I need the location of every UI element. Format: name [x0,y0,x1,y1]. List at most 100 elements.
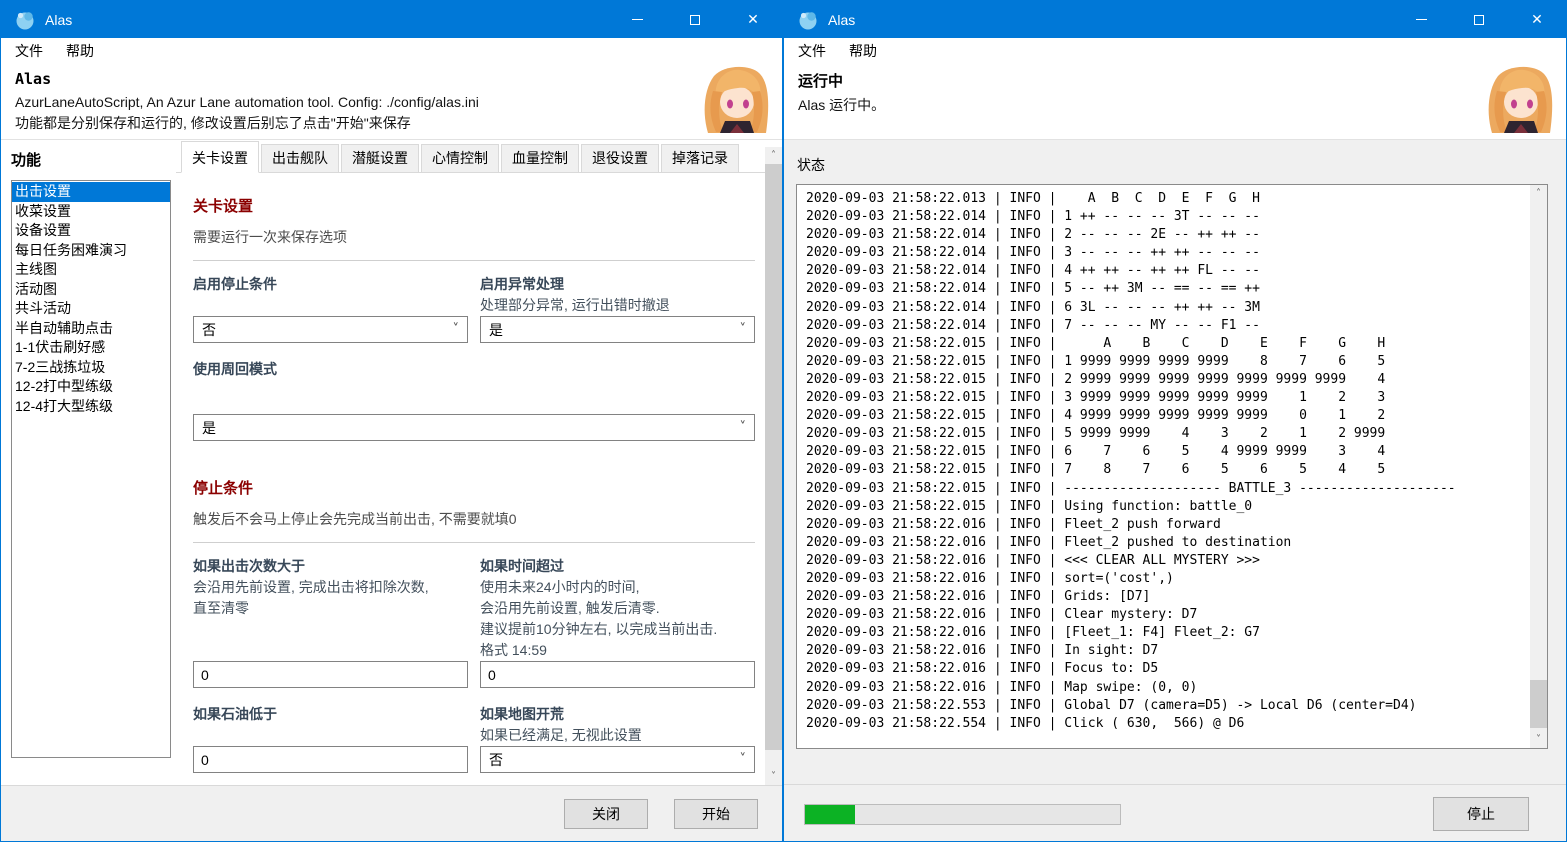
stage-settings-form: 关卡设置 需要运行一次来保存选项 启用停止条件 否 ˅ 启用异常处理 处理部分异… [176,173,765,785]
sidebar-item-event-map[interactable]: 活动图 [12,280,170,300]
field-if-count: 如果出击次数大于 会沿用先前设置, 完成出击将扣除次数, 直至清零 [193,556,468,688]
sidebar-item-harvest-settings[interactable]: 收菜设置 [12,202,170,222]
window-title: Alas [45,11,73,28]
tab-drop-record[interactable]: 掉落记录 [661,144,739,172]
sidebar-item-attack-settings[interactable]: 出击设置 [12,182,170,202]
alas-settings-window: Alas ✕ 文件 帮助 Alas AzurLaneAutoScript, An… [0,0,783,842]
minimize-button[interactable] [1392,1,1450,38]
tab-emotion[interactable]: 心情控制 [421,144,499,172]
sidebar-item-semi-auto[interactable]: 半自动辅助点击 [12,319,170,339]
field-use-cycle: 使用周回模式 是 ˅ [193,359,755,441]
sidebar-item-daily-tasks[interactable]: 每日任务困难演习 [12,241,170,261]
menubar: 文件 帮助 [784,38,1566,63]
field-if-oil: 如果石油低于 [193,704,468,773]
scroll-down-icon[interactable]: ˅ [1530,731,1547,748]
start-button[interactable]: 开始 [674,798,758,829]
run-status-title: 运行中 [798,73,844,90]
close-icon: ✕ [1531,11,1543,27]
log-text: 2020-09-03 21:58:22.013 | INFO | A B C D… [806,191,1456,731]
function-list: 出击设置 收菜设置 设备设置 每日任务困难演习 主线图 活动图 共斗活动 半自动… [11,180,171,758]
scroll-down-icon[interactable]: ˅ [765,768,782,785]
status-heading: 状态 [797,157,825,173]
sidebar-item-coop-event[interactable]: 共斗活动 [12,299,170,319]
tab-fleet[interactable]: 出击舰队 [261,144,339,172]
minimize-icon [1415,19,1427,20]
sidebar-item-12-2-leveling[interactable]: 12-2打中型练级 [12,377,170,397]
settings-tabbar: 关卡设置 出击舰队 潜艇设置 心情控制 血量控制 退役设置 掉落记录 [176,140,765,173]
scroll-up-icon[interactable]: ˄ [1530,185,1547,202]
function-sidebar: 功能 出击设置 收菜设置 设备设置 每日任务困难演习 主线图 活动图 共斗活动 … [1,140,176,785]
field-if-time: 如果时间超过 使用未来24小时内的时间, 会沿用先前设置, 触发后清零. 建议提… [480,556,755,688]
close-button[interactable]: ✕ [1508,1,1566,38]
close-window-button[interactable]: 关闭 [564,798,648,829]
if-count-input[interactable] [193,661,468,688]
run-footer: 停止 [784,784,1566,841]
enable-exception-select[interactable]: 是 ˅ [480,316,755,343]
window-controls: ✕ [1392,1,1566,38]
divider [193,260,755,261]
if-oil-input[interactable] [193,746,468,773]
enable-stop-select[interactable]: 否 ˅ [193,316,468,343]
use-cycle-select[interactable]: 是 ˅ [193,414,755,441]
settings-scrollbar[interactable]: ˄ ˅ [765,147,782,785]
scroll-up-icon[interactable]: ˄ [765,147,782,164]
field-enable-exception: 启用异常处理 处理部分异常, 运行出错时撤退 是 ˅ [480,274,755,343]
stop-button[interactable]: 停止 [1433,797,1529,831]
log-body: 状态 2020-09-03 21:58:22.013 | INFO | A B … [784,140,1566,784]
minimize-button[interactable] [608,1,666,38]
tab-stage-settings[interactable]: 关卡设置 [181,141,259,173]
alas-running-window: Alas ✕ 文件 帮助 运行中 Alas 运行中。 状态 2020-09-03… [783,0,1567,842]
maximize-icon [1474,14,1484,25]
app-subtitle: AzurLaneAutoScript, An Azur Lane automat… [15,94,479,110]
if-time-input[interactable] [480,661,755,688]
section-desc-stage: 需要运行一次来保存选项 [193,229,347,245]
sidebar-item-12-4-leveling[interactable]: 12-4打大型练级 [12,397,170,417]
section-title-stop: 停止条件 [193,480,254,497]
app-header: Alas AzurLaneAutoScript, An Azur Lane au… [1,63,782,140]
section-title-stage: 关卡设置 [193,198,254,215]
sidebar-item-7-2-farming[interactable]: 7-2三战拣垃圾 [12,358,170,378]
minimize-icon [631,19,643,20]
maximize-button[interactable] [666,1,724,38]
menu-help[interactable]: 帮助 [849,41,877,61]
sidebar-item-device-settings[interactable]: 设备设置 [12,221,170,241]
avatar [700,63,772,133]
alas-app-icon [797,9,819,31]
window-controls: ✕ [608,1,782,38]
menu-file[interactable]: 文件 [15,41,43,61]
maximize-button[interactable] [1450,1,1508,38]
log-scrollbar[interactable]: ˄ ˅ [1530,185,1547,748]
progress-fill [805,805,856,824]
tab-submarine[interactable]: 潜艇设置 [341,144,419,172]
if-map-clear-select[interactable]: 否 ˅ [480,746,755,773]
scrollbar-thumb[interactable] [765,164,782,750]
field-if-map-clear: 如果地图开荒 如果已经满足, 无视此设置 否 ˅ [480,704,755,773]
tab-hp-control[interactable]: 血量控制 [501,144,579,172]
divider [193,542,755,543]
avatar [1484,63,1556,133]
run-status-subtitle: Alas 运行中。 [798,97,886,113]
scrollbar-thumb[interactable] [1530,680,1547,728]
close-icon: ✕ [747,11,759,27]
titlebar[interactable]: Alas ✕ [784,1,1566,38]
section-desc-stop: 触发后不会马上停止会先完成当前出击, 不需要就填0 [193,511,517,527]
close-button[interactable]: ✕ [724,1,782,38]
titlebar[interactable]: Alas ✕ [1,1,782,38]
menu-help[interactable]: 帮助 [66,41,94,61]
chevron-down-icon: ˅ [452,321,460,337]
window-title: Alas [828,11,856,28]
chevron-down-icon: ˅ [739,419,747,435]
menubar: 文件 帮助 [1,38,782,63]
tab-retirement[interactable]: 退役设置 [581,144,659,172]
sidebar-item-main-map[interactable]: 主线图 [12,260,170,280]
desktop: Alas ✕ 文件 帮助 Alas AzurLaneAutoScript, An… [0,0,1567,842]
app-note: 功能都是分别保存和运行的, 修改设置后别忘了点击"开始"来保存 [15,115,411,131]
app-header: 运行中 Alas 运行中。 [784,63,1566,140]
maximize-icon [690,14,700,25]
settings-main-panel: 关卡设置 出击舰队 潜艇设置 心情控制 血量控制 退役设置 掉落记录 关卡设置 … [176,140,782,785]
settings-body: 功能 出击设置 收菜设置 设备设置 每日任务困难演习 主线图 活动图 共斗活动 … [1,140,782,785]
sidebar-heading: 功能 [11,152,42,169]
menu-file[interactable]: 文件 [798,41,826,61]
sidebar-item-1-1-affinity[interactable]: 1-1伏击刷好感 [12,338,170,358]
chevron-down-icon: ˅ [739,751,747,767]
